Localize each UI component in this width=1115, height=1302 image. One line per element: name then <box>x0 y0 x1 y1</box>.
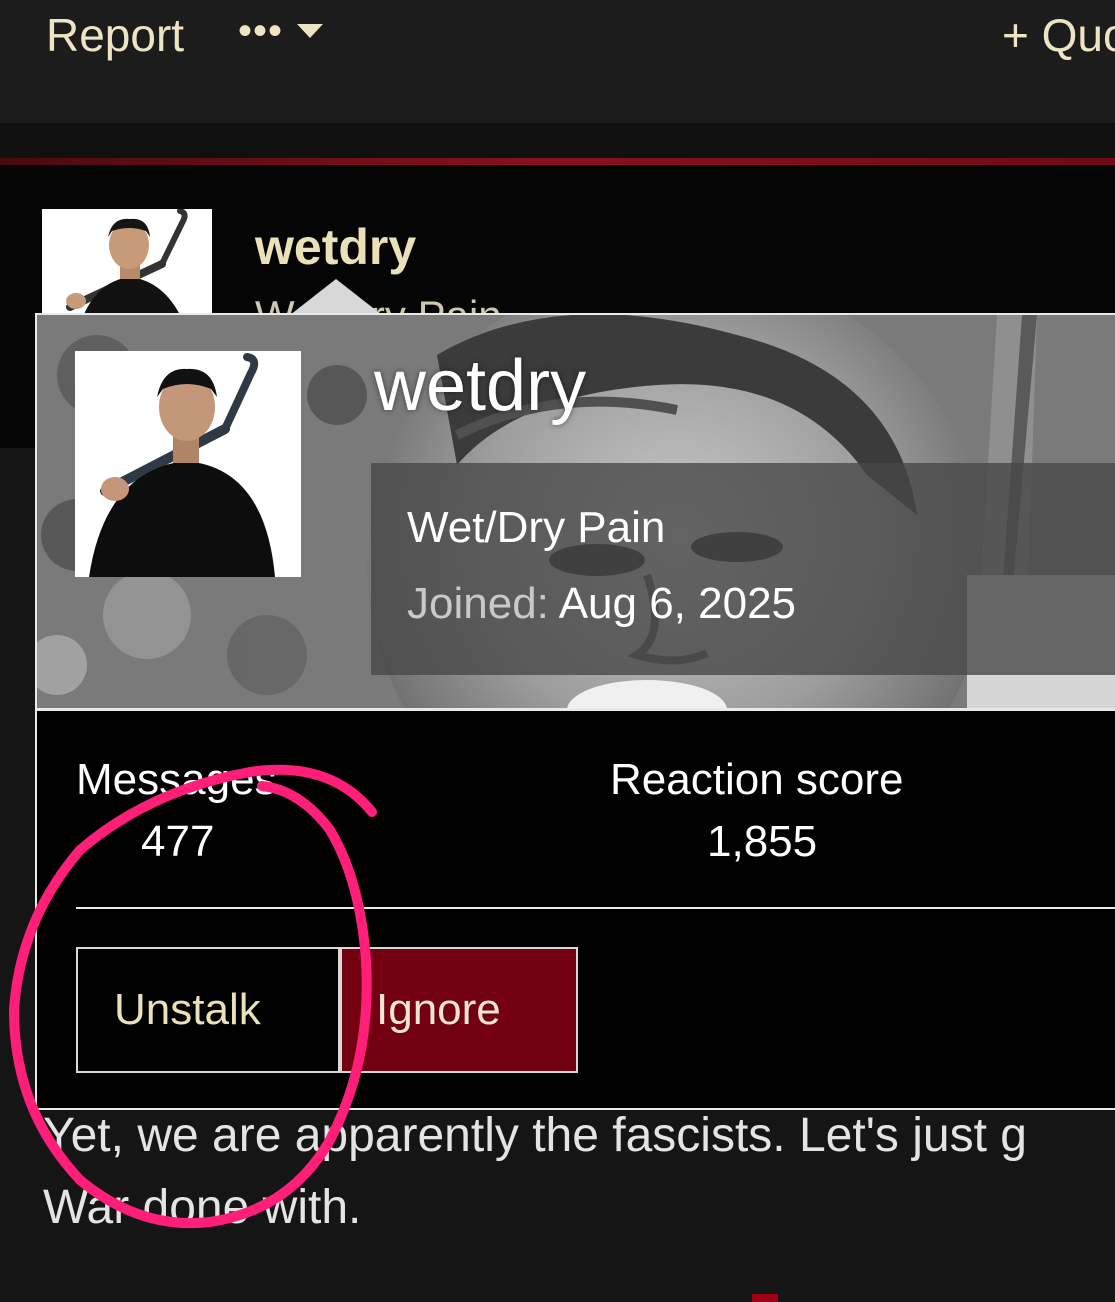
member-info-box: Wet/Dry Pain Joined: Aug 6, 2025 <box>371 463 1115 675</box>
more-options-menu[interactable]: ••• <box>238 9 324 53</box>
reaction-score-value: 1,855 <box>707 817 818 866</box>
quote-button[interactable]: + Quo <box>1002 8 1115 62</box>
red-accent-bar <box>0 158 1115 165</box>
post-body: Yet, we are apparently the fascists. Let… <box>43 1100 1115 1244</box>
reaction-score-label: Reaction score <box>610 755 904 804</box>
member-user-title: Wet/Dry Pain <box>407 503 666 552</box>
stats-divider <box>76 907 1115 909</box>
member-avatar[interactable] <box>75 351 301 577</box>
unstalk-button[interactable]: Unstalk <box>76 947 340 1073</box>
messages-count[interactable]: 477 <box>141 817 214 867</box>
report-link[interactable]: Report <box>46 8 184 62</box>
chevron-down-icon <box>297 24 324 38</box>
post-author-username[interactable]: wetdry <box>255 218 416 276</box>
post-body-line: War done with. <box>43 1181 362 1234</box>
member-username[interactable]: wetdry <box>374 345 586 427</box>
post-author-avatar[interactable] <box>42 209 212 319</box>
messages-label: Messages <box>76 755 277 804</box>
member-joined: Joined: Aug 6, 2025 <box>407 579 796 629</box>
ignore-label: Ignore <box>376 985 501 1034</box>
profile-banner: wetdry Wet/Dry Pain Joined: Aug 6, 2025 <box>37 315 1115 710</box>
post-action-bar: Report ••• + Quo <box>0 0 1115 123</box>
member-stats: Messages 477 Reaction score 1,855 <box>37 711 1115 907</box>
red-marker <box>752 1294 778 1302</box>
ignore-button[interactable]: Ignore <box>340 947 578 1073</box>
joined-label: Joined: <box>407 579 549 628</box>
unstalk-label: Unstalk <box>114 985 261 1034</box>
tooltip-arrow <box>290 279 382 315</box>
ellipsis-icon: ••• <box>238 9 284 53</box>
post-body-line: Yet, we are apparently the fascists. Let… <box>43 1109 1027 1162</box>
joined-date: Aug 6, 2025 <box>558 579 797 628</box>
post-separator <box>0 123 1115 160</box>
member-tooltip: wetdry Wet/Dry Pain Joined: Aug 6, 2025 … <box>35 313 1115 1110</box>
